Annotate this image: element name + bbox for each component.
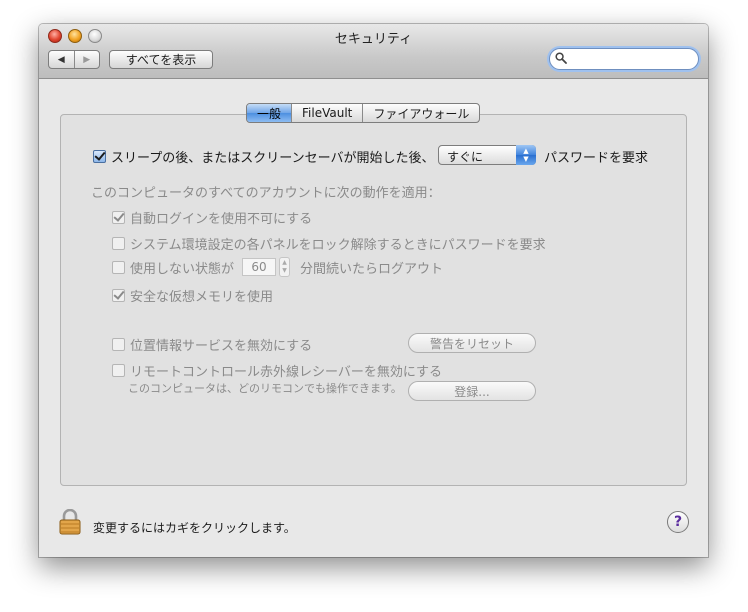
pair-remote-button[interactable]: 登録... [408,381,536,401]
require-password-checkbox[interactable] [93,150,106,163]
require-password-suffix-row: パスワードを要求 [544,147,648,166]
disable-ir-checkbox[interactable] [112,364,125,377]
back-forward-control: ◀ ▶ [48,50,100,69]
disable-location-label: 位置情報サービスを無効にする [130,339,313,354]
back-arrow-icon[interactable]: ◀ [49,51,74,68]
search-input[interactable] [570,51,692,66]
tab-general[interactable]: 一般 [247,104,292,122]
secure-vm-row: 安全な仮想メモリを使用 [112,286,273,305]
logout-inactivity-label-before: 使用しない状態が [130,261,235,277]
logout-inactivity-row: 使用しない状態が 60 ▲ ▼ 分間続いたらログアウト [112,257,443,277]
tab-filevault[interactable]: FileVault [291,104,362,122]
disable-ir-row: リモートコントロール赤外線レシーバーを無効にする [112,361,442,380]
require-password-delay-value: すぐに [447,150,484,164]
reset-warnings-button[interactable]: 警告をリセット [408,333,536,353]
logout-minutes-stepper[interactable]: ▲ ▼ [279,257,291,277]
search-icon [555,52,567,67]
ir-note: このコンピュータは、どのリモコンでも操作できます。 [128,382,402,395]
require-password-row: スリープの後、またはスクリーンセーバが開始した後、 [93,147,434,166]
unlock-panes-checkbox[interactable] [112,237,125,250]
popup-arrows-icon: ▲ ▼ [516,145,536,165]
section-heading: このコンピュータのすべてのアカウントに次の動作を適用： [91,182,441,201]
logout-minutes-field[interactable]: 60 [242,258,277,276]
lock-text: 変更するにはカギをクリックします。 [93,521,296,535]
require-password-delay-popup[interactable]: すぐに ▲ ▼ [438,145,536,165]
section-heading-text: このコンピュータのすべてのアカウントに次の動作を適用： [91,186,441,201]
disable-location-row: 位置情報サービスを無効にする [112,335,312,354]
require-password-suffix: パスワードを要求 [544,151,649,166]
tab-bar: 一般 FileVault ファイアウォール [246,103,481,123]
disable-auto-login-checkbox[interactable] [112,211,125,224]
tab-firewall[interactable]: ファイアウォール [362,104,479,122]
secure-vm-label: 安全な仮想メモリを使用 [130,290,274,305]
require-password-prefix: スリープの後、またはスクリーンセーバが開始した後、 [111,151,435,166]
window-title: セキュリティ [334,32,413,47]
unlock-panes-label: システム環境設定の各パネルをロック解除するときにパスワードを要求 [130,238,546,253]
help-button[interactable]: ? [667,511,689,533]
unlock-panes-row: システム環境設定の各パネルをロック解除するときにパスワードを要求 [112,234,546,253]
disable-auto-login-row: 自動ログインを使用不可にする [112,208,312,227]
disable-auto-login-label: 自動ログインを使用不可にする [130,212,313,227]
show-all-button[interactable]: すべてを表示 [109,50,213,69]
logout-inactivity-label-after: 分間続いたらログアウト [300,261,444,277]
disable-ir-label: リモートコントロール赤外線レシーバーを無効にする [130,365,443,380]
search-field[interactable] [549,48,699,70]
title-bar: セキュリティ ◀ ▶ すべてを表示 [39,24,708,79]
logout-inactivity-checkbox[interactable] [112,260,125,274]
disable-location-checkbox[interactable] [112,338,125,351]
secure-vm-checkbox[interactable] [112,289,125,302]
forward-arrow-icon[interactable]: ▶ [73,51,100,68]
lock-icon[interactable] [59,508,81,535]
security-window: セキュリティ ◀ ▶ すべてを表示 一般 FileVault ファイアウォール … [39,24,708,557]
